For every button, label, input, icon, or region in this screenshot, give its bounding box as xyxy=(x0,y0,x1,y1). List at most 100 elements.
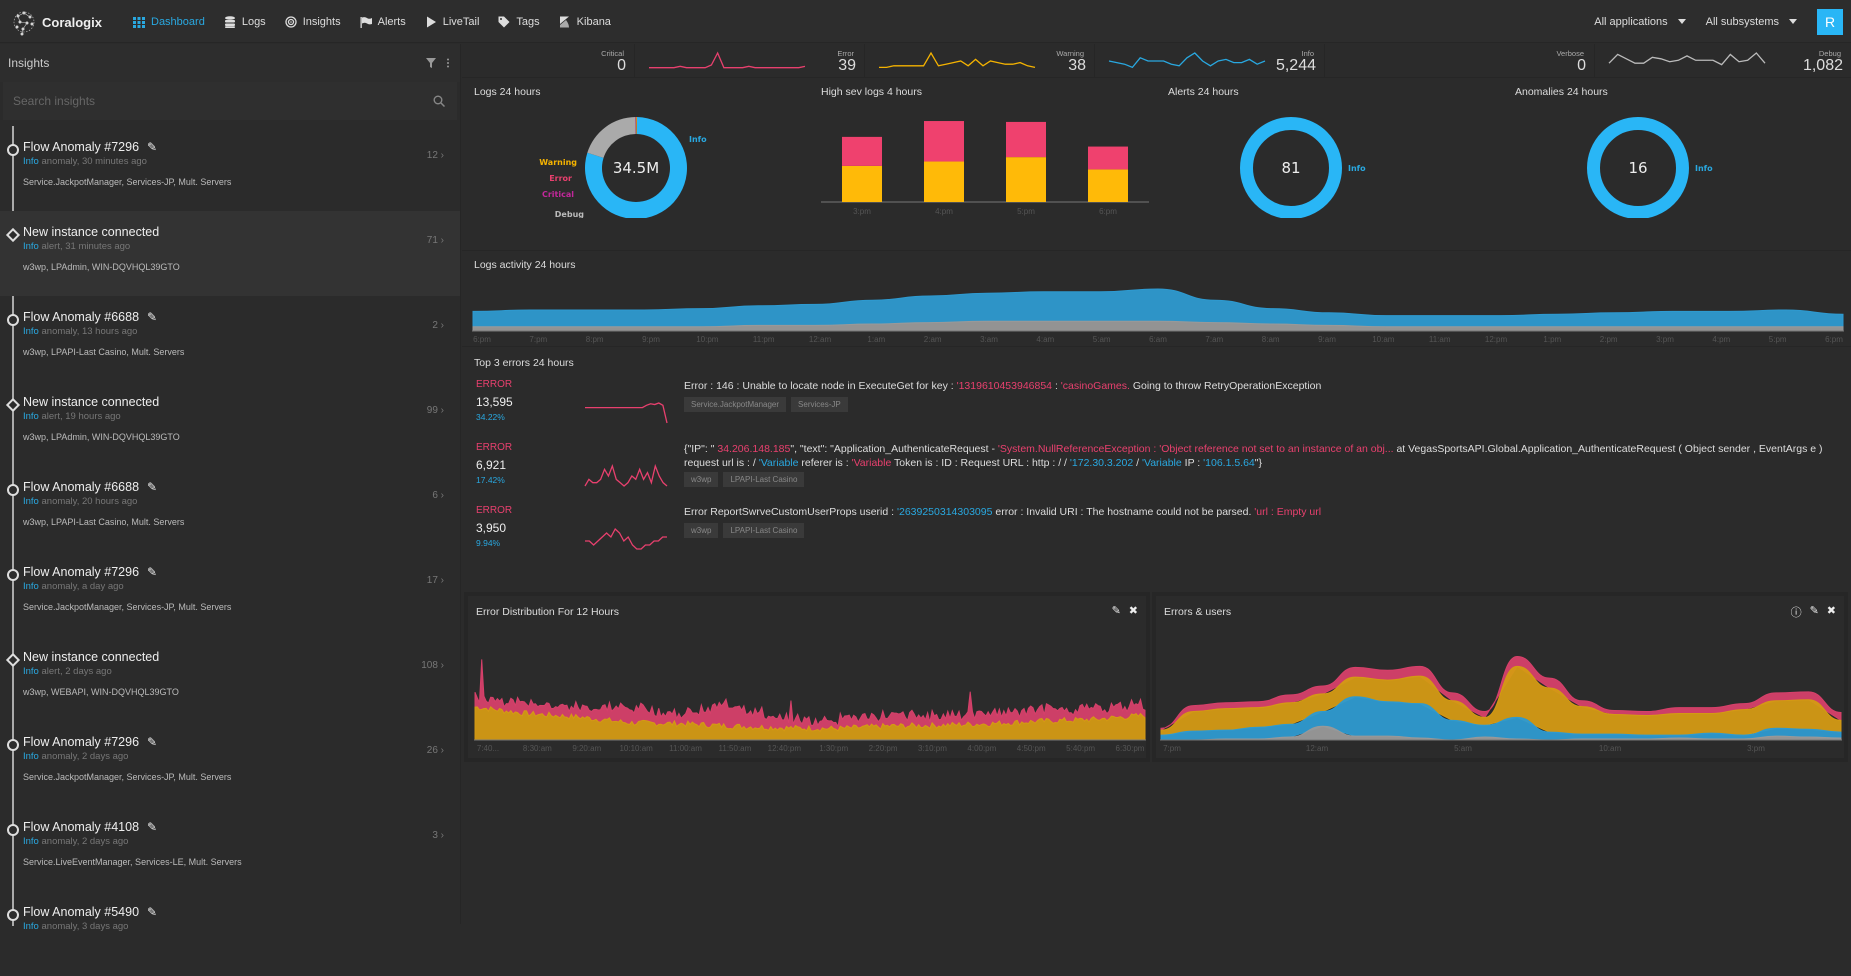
stat-critical[interactable]: Critical0 xyxy=(462,44,635,77)
insight-tags: w3wp, LPAPI-Last Casino, Mult. Servers xyxy=(23,517,460,527)
stat-debug[interactable]: Debug1,082 xyxy=(1595,44,1851,77)
error-row[interactable]: ERROR6,92117.42%{"IP": " 34.206.148.185"… xyxy=(476,442,1846,502)
insight-item[interactable]: Flow Anomaly #5490✎Info anomaly, 3 days … xyxy=(0,891,460,976)
x-tick-label: 4:50:pm xyxy=(1017,744,1046,753)
pencil-icon[interactable]: ✎ xyxy=(147,140,157,154)
bar-error-4:pm xyxy=(924,121,964,161)
insight-count[interactable]: 71 › xyxy=(427,235,444,246)
error-row[interactable]: ERROR13,59534.22%Error : 146 : Unable to… xyxy=(476,379,1846,439)
insight-subtitle: Info anomaly, 30 minutes ago xyxy=(23,156,460,167)
insight-title-text: Flow Anomaly #7296 xyxy=(23,735,139,749)
nav-dashboard[interactable]: Dashboard xyxy=(133,16,205,28)
insight-level: Info xyxy=(23,326,39,337)
summary-widgets: Logs 24 hours High sev logs 4 hours Aler… xyxy=(462,78,1851,218)
nav-logs[interactable]: Logs xyxy=(224,16,266,28)
edit-icon[interactable]: ✎ xyxy=(1112,604,1121,617)
filter-icon[interactable] xyxy=(426,58,436,68)
nav-kibana[interactable]: Kibana xyxy=(559,16,611,28)
nav-insights[interactable]: Insights xyxy=(285,16,341,28)
x-tick-label: 7:pm xyxy=(1163,744,1181,753)
stat-error[interactable]: Error39 xyxy=(635,44,865,77)
insight-item[interactable]: Flow Anomaly #6688✎Info anomaly, 20 hour… xyxy=(0,466,460,551)
pencil-icon[interactable]: ✎ xyxy=(147,310,157,324)
pencil-icon[interactable]: ✎ xyxy=(147,565,157,579)
search-input[interactable] xyxy=(13,94,393,108)
insight-count[interactable]: 26 › xyxy=(427,745,444,756)
search-box xyxy=(3,82,457,120)
insight-item[interactable]: New instance connectedInfo alert, 2 days… xyxy=(0,636,460,721)
insight-item[interactable]: New instance connectedInfo alert, 31 min… xyxy=(0,211,460,296)
error-row[interactable]: ERROR3,9509.94%Error ReportSwrveCustomUs… xyxy=(476,505,1846,565)
error-distribution-area-chart: 7:40...8:30:am9:20:am10:10:am11:00:am11:… xyxy=(474,632,1146,756)
insight-meta: anomaly, a day ago xyxy=(39,581,124,592)
insight-item[interactable]: Flow Anomaly #7296✎Info anomaly, 2 days … xyxy=(0,721,460,806)
search-icon[interactable] xyxy=(433,95,445,107)
error-tag[interactable]: LPAPI-Last Casino xyxy=(723,523,804,538)
insight-count[interactable]: 108 › xyxy=(421,660,444,671)
coralogix-logo-icon xyxy=(10,8,38,36)
error-tag[interactable]: Services-JP xyxy=(791,397,848,412)
stat-label: Error xyxy=(837,49,854,58)
insight-count[interactable]: 17 › xyxy=(427,575,444,586)
nav-tags[interactable]: Tags xyxy=(498,16,539,28)
message-segment: ", "text": "Application_AuthenticateRequ… xyxy=(790,443,998,455)
insight-item[interactable]: Flow Anomaly #7296✎Info anomaly, 30 minu… xyxy=(0,126,460,211)
logo[interactable]: Coralogix xyxy=(10,8,102,36)
info-icon[interactable]: ⓘ xyxy=(1791,604,1802,620)
error-tag[interactable]: Service.JackpotManager xyxy=(684,397,786,412)
insight-level: Info xyxy=(23,836,39,847)
dashboard-main: Critical0Error39Warning38Info5,244Verbos… xyxy=(462,44,1851,924)
insight-item[interactable]: Flow Anomaly #4108✎Info anomaly, 2 days … xyxy=(0,806,460,891)
message-segment: '1319610453946854 xyxy=(957,380,1052,392)
message-segment: "} xyxy=(1255,457,1262,469)
insight-level: Info xyxy=(23,496,39,507)
error-tag[interactable]: LPAPI-Last Casino xyxy=(723,472,804,487)
nav-alerts[interactable]: Alerts xyxy=(360,16,406,28)
subsystems-select[interactable]: All subsystems xyxy=(1706,16,1797,28)
insight-item[interactable]: New instance connectedInfo alert, 19 hou… xyxy=(0,381,460,466)
insight-count[interactable]: 3 › xyxy=(432,830,444,841)
more-vertical-icon[interactable] xyxy=(446,58,450,68)
x-tick-label: 8:30:am xyxy=(523,744,552,753)
error-message: {"IP": " 34.206.148.185", "text": "Appli… xyxy=(684,442,1844,470)
pencil-icon[interactable]: ✎ xyxy=(147,480,157,494)
stat-verbose[interactable]: Verbose0 xyxy=(1325,44,1595,77)
user-avatar[interactable]: R xyxy=(1817,9,1843,35)
top-errors-section: Top 3 errors 24 hours ERROR13,59534.22%E… xyxy=(462,346,1851,590)
top-bar: Coralogix Dashboard Logs Insights Alerts… xyxy=(0,0,1851,43)
pencil-icon[interactable]: ✎ xyxy=(147,735,157,749)
edit-icon[interactable]: ✎ xyxy=(1810,604,1819,620)
applications-select[interactable]: All applications xyxy=(1594,16,1685,28)
stat-value: 39 xyxy=(838,57,856,75)
stat-warning[interactable]: Warning38 xyxy=(865,44,1095,77)
insight-count[interactable]: 12 › xyxy=(427,150,444,161)
stat-info[interactable]: Info5,244 xyxy=(1095,44,1325,77)
nav-livetail[interactable]: LiveTail xyxy=(425,16,480,28)
widget-title: Anomalies 24 hours xyxy=(1515,86,1608,98)
sparkline-error xyxy=(647,51,807,71)
pencil-icon[interactable]: ✎ xyxy=(147,820,157,834)
x-tick-label: 12:am xyxy=(1306,744,1329,753)
anomaly-circle-icon xyxy=(7,314,19,326)
x-tick-label: 10:am xyxy=(1372,335,1395,344)
pencil-icon[interactable]: ✎ xyxy=(147,905,157,919)
insight-count[interactable]: 6 › xyxy=(432,490,444,501)
error-tags: Service.JackpotManager Services-JP xyxy=(684,397,848,412)
section-title: Top 3 errors 24 hours xyxy=(474,357,574,369)
close-icon[interactable]: ✖ xyxy=(1827,604,1836,620)
message-segment: {"IP": " xyxy=(684,443,717,455)
stat-value: 1,082 xyxy=(1803,57,1843,75)
donut-center-label: 16 xyxy=(1628,159,1647,177)
insight-tags: Service.LiveEventManager, Services-LE, M… xyxy=(23,857,460,867)
insight-count[interactable]: 99 › xyxy=(427,405,444,416)
close-icon[interactable]: ✖ xyxy=(1129,604,1138,617)
main-nav: Dashboard Logs Insights Alerts LiveTail … xyxy=(133,0,630,43)
sparkline-path xyxy=(879,53,1035,67)
insight-title-text: New instance connected xyxy=(23,395,159,409)
insight-item[interactable]: Flow Anomaly #7296✎Info anomaly, a day a… xyxy=(0,551,460,636)
insight-item[interactable]: Flow Anomaly #6688✎Info anomaly, 13 hour… xyxy=(0,296,460,381)
error-tag[interactable]: w3wp xyxy=(684,472,718,487)
insight-meta: anomaly, 20 hours ago xyxy=(39,496,138,507)
error-tag[interactable]: w3wp xyxy=(684,523,718,538)
insight-count[interactable]: 2 › xyxy=(432,320,444,331)
